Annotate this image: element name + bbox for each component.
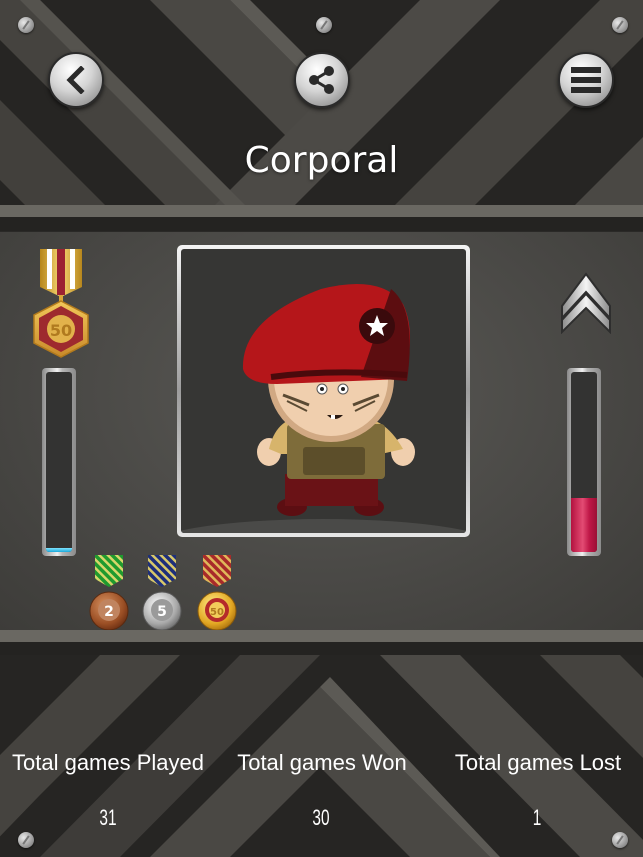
- screw-icon: [612, 832, 628, 848]
- back-button[interactable]: [48, 52, 104, 108]
- divider: [0, 642, 643, 656]
- corporal-chevron-icon: [561, 272, 611, 334]
- page-title: Corporal: [244, 140, 399, 181]
- stat-value-played: 31: [99, 805, 117, 830]
- soldier-avatar-icon: [181, 284, 466, 533]
- avatar-frame: [177, 245, 470, 537]
- rank-progress-track: [571, 372, 597, 552]
- medal-label: 2: [104, 604, 114, 620]
- rank-progress-fill: [571, 498, 597, 552]
- medal-progress-bar: [42, 368, 76, 556]
- svg-text:50: 50: [50, 321, 72, 340]
- chevron-left-icon: [66, 66, 85, 94]
- avatar: [181, 249, 466, 533]
- medal-silver-5-icon: 5: [142, 555, 182, 631]
- screw-icon: [316, 17, 332, 33]
- rank-progress-bar: [567, 368, 601, 556]
- stat-label-played: Total games Played: [12, 750, 204, 775]
- screw-icon: [18, 832, 34, 848]
- screw-icon: [612, 17, 628, 33]
- medal-progress-track: [46, 372, 72, 552]
- medal-50-hexagon-icon: 50: [33, 249, 89, 358]
- stat-label-lost: Total games Lost: [454, 750, 622, 775]
- stat-value-won: 30: [312, 805, 330, 830]
- stat-label-won: Total games Won: [237, 750, 407, 775]
- medal-gold-50-icon: 50: [197, 555, 237, 631]
- divider: [0, 630, 643, 642]
- medal-bronze-2-icon: 2: [89, 555, 129, 631]
- screw-icon: [18, 17, 34, 33]
- share-button[interactable]: [294, 52, 350, 108]
- divider: [0, 217, 643, 231]
- share-icon: [309, 66, 334, 94]
- hamburger-menu-icon: [571, 67, 601, 93]
- medal-label: 5: [157, 604, 167, 620]
- menu-button[interactable]: [558, 52, 614, 108]
- medal-label: 50: [210, 607, 224, 618]
- stat-value-lost: 1: [532, 805, 542, 830]
- divider: [0, 205, 643, 217]
- medal-progress-fill: [46, 548, 72, 552]
